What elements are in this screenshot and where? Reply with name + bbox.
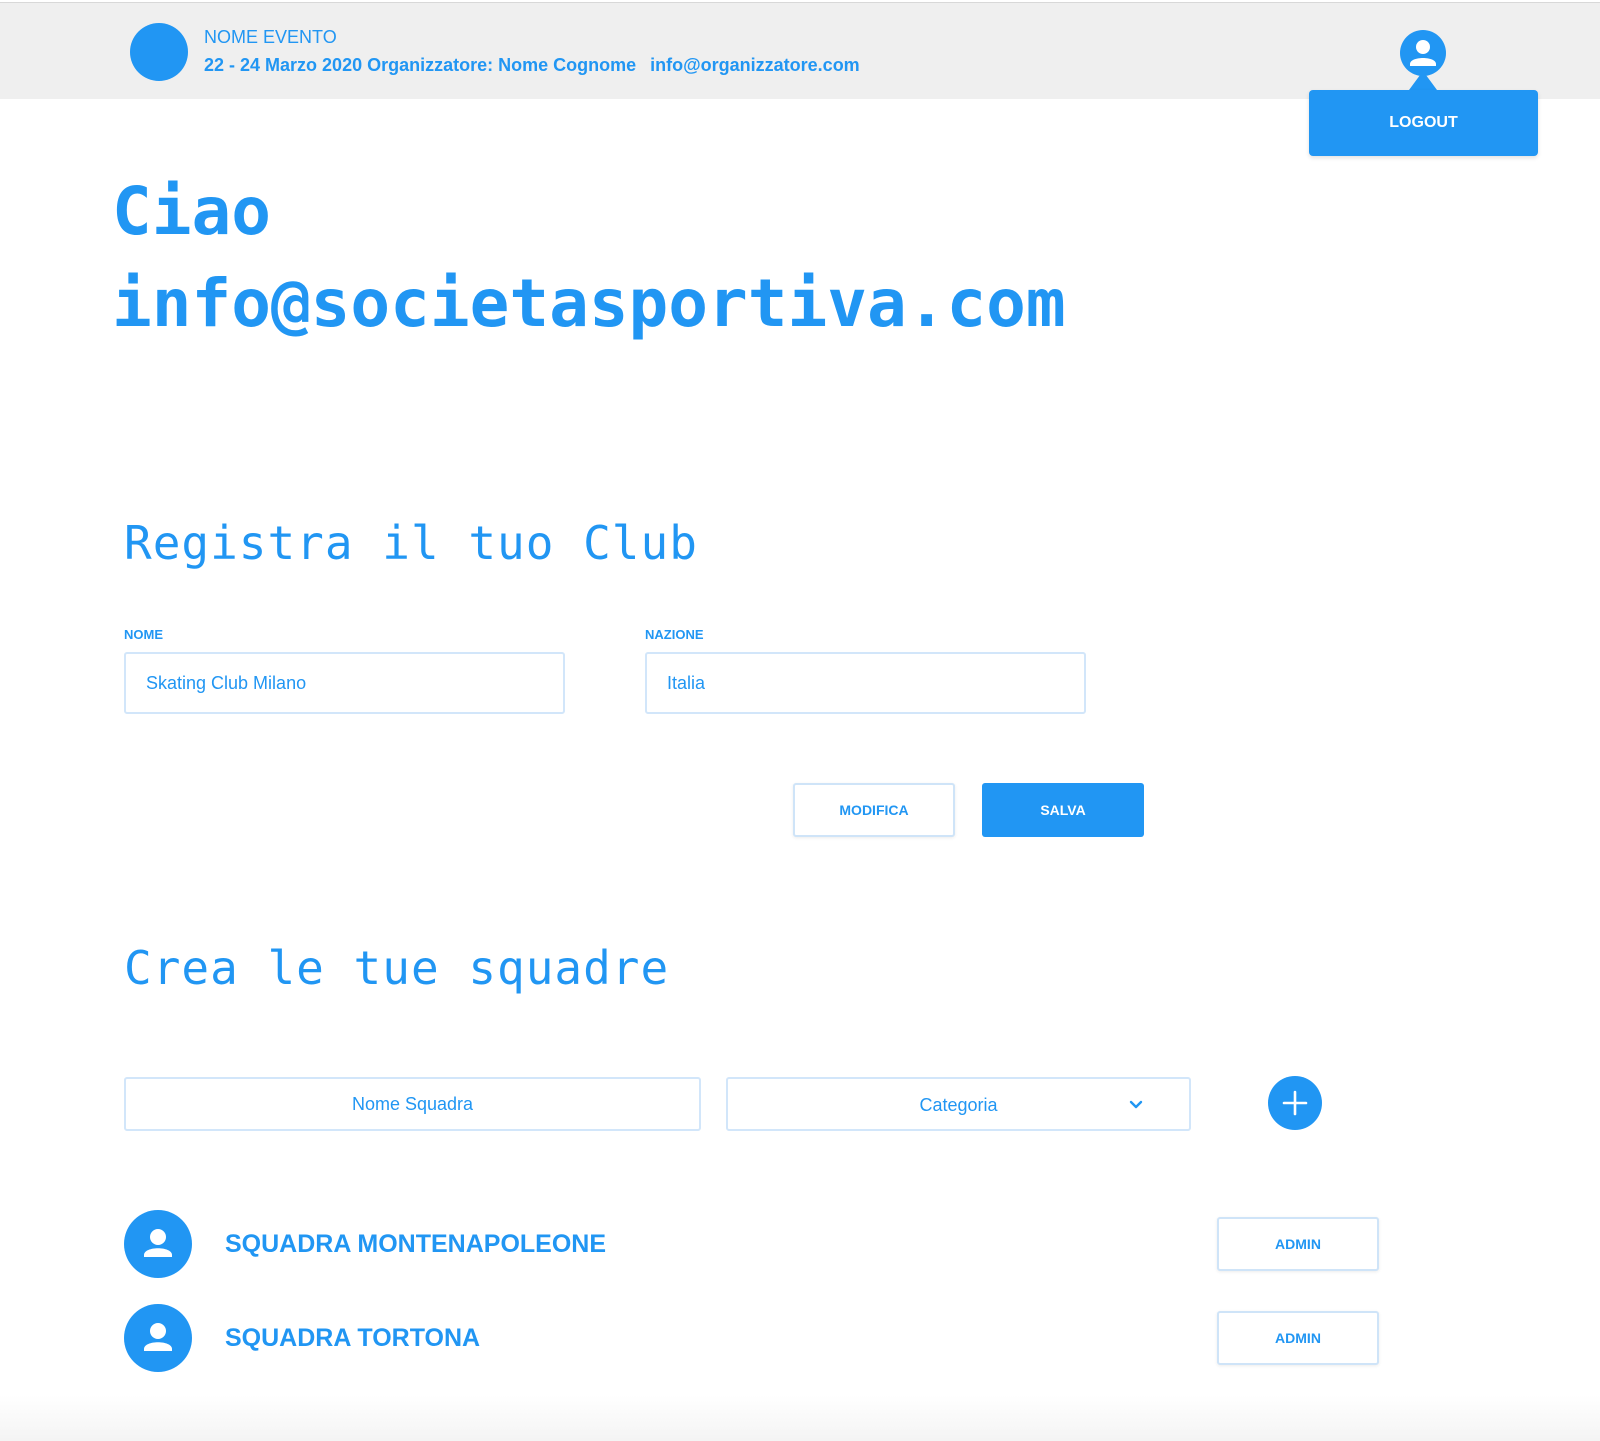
greeting-heading: Ciao info@societasportiva.com — [112, 166, 1066, 350]
save-button[interactable]: SALVA — [982, 783, 1144, 837]
user-icon — [144, 1323, 172, 1351]
logout-button[interactable]: LOGOUT — [1309, 90, 1538, 156]
team-name-input[interactable] — [124, 1077, 701, 1131]
country-input[interactable] — [645, 652, 1086, 714]
chevron-down-icon — [1129, 1100, 1143, 1109]
greeting-email: info@societasportiva.com — [112, 265, 1066, 342]
country-label: NAZIONE — [645, 627, 704, 642]
edit-button[interactable]: MODIFICA — [793, 783, 955, 837]
user-icon — [1410, 40, 1436, 66]
team-avatar — [124, 1304, 192, 1372]
team-admin-button[interactable]: ADMIN — [1217, 1311, 1379, 1365]
teams-section-title: Crea le tue squadre — [124, 941, 670, 995]
add-team-button[interactable] — [1268, 1076, 1322, 1130]
dropdown-caret — [1409, 71, 1437, 90]
event-logo — [130, 23, 188, 81]
category-select-value: Categoria — [919, 1095, 998, 1115]
organizer-email[interactable]: info@organizzatore.com — [650, 55, 860, 75]
category-select[interactable]: Categoria — [726, 1077, 1191, 1131]
top-header: NOME EVENTO 22 - 24 Marzo 2020 Organizza… — [0, 2, 1600, 99]
greeting-hello: Ciao — [112, 173, 271, 250]
team-name: SQUADRA MONTENAPOLEONE — [225, 1230, 607, 1258]
club-section-title: Registra il tuo Club — [124, 516, 698, 570]
club-name-input[interactable] — [124, 652, 565, 714]
user-menu-avatar[interactable] — [1400, 30, 1446, 76]
team-list-item: SQUADRA MONTENAPOLEONE ADMIN — [124, 1210, 1380, 1280]
club-name-label: NOME — [124, 627, 163, 642]
user-icon — [144, 1229, 172, 1257]
team-avatar — [124, 1210, 192, 1278]
team-admin-button[interactable]: ADMIN — [1217, 1217, 1379, 1271]
event-details: 22 - 24 Marzo 2020 Organizzatore: Nome C… — [204, 55, 860, 76]
event-name: NOME EVENTO — [204, 27, 337, 47]
plus-icon — [1282, 1090, 1308, 1116]
team-list-item: SQUADRA TORTONA ADMIN — [124, 1304, 1380, 1374]
page-bottom-shade — [0, 1395, 1600, 1441]
event-dates-organizer: 22 - 24 Marzo 2020 Organizzatore: Nome C… — [204, 55, 637, 75]
team-name: SQUADRA TORTONA — [225, 1324, 481, 1352]
